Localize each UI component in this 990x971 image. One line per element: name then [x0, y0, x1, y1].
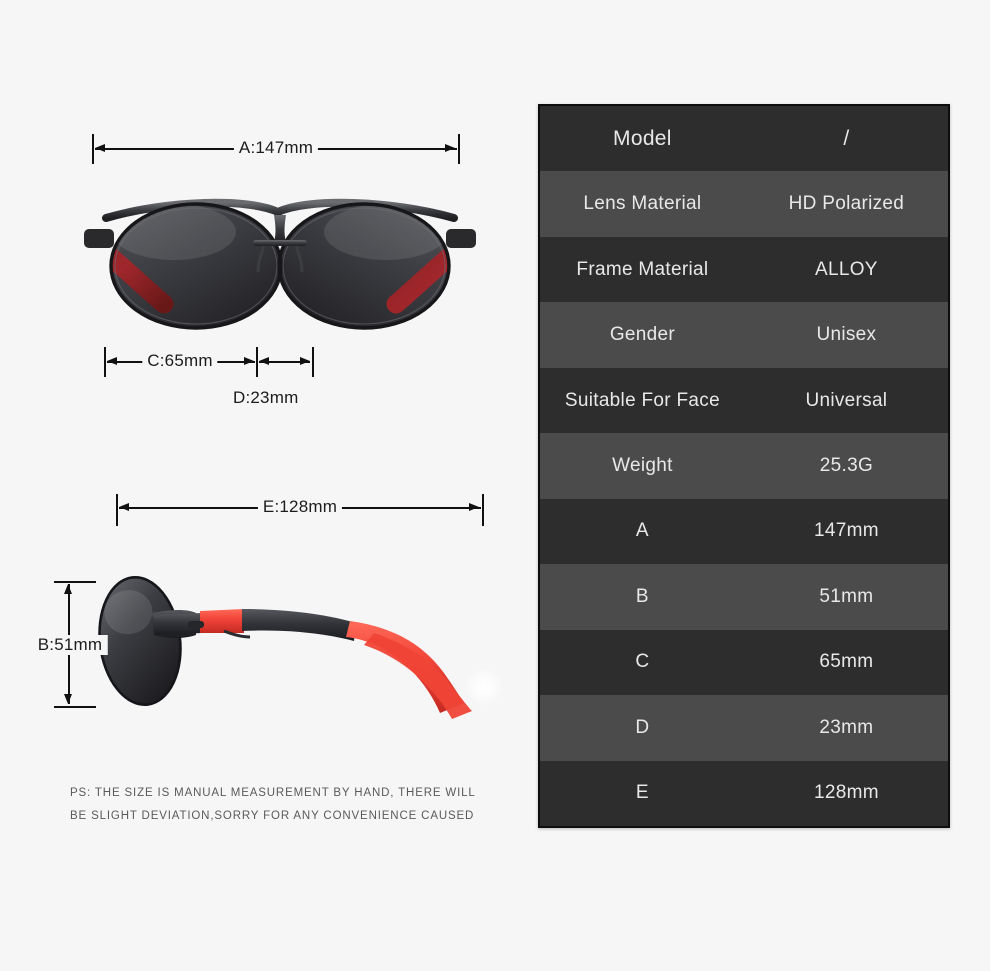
- table-row: Weight 25.3G: [540, 433, 948, 499]
- spec-value: 65mm: [819, 651, 874, 673]
- table-row: Frame Material ALLOY: [540, 236, 948, 303]
- spec-key: Lens Material: [583, 193, 702, 215]
- spec-value: /: [843, 126, 850, 150]
- dimension-marker-e: E:128mm: [116, 494, 484, 530]
- spec-value: 51mm: [819, 585, 874, 607]
- dimension-diagram-panel: A:147mm C:65mm D:23mm E:128mm B:51mm PS:…: [0, 0, 530, 971]
- sunglasses-front-view-image: [78, 182, 482, 342]
- table-row: Gender Unisex: [540, 302, 948, 368]
- spec-key: Frame Material: [576, 258, 709, 280]
- dimension-c-label: C:65mm: [142, 351, 218, 371]
- spec-value: 25.3G: [819, 454, 874, 476]
- spec-key: Model: [613, 126, 672, 150]
- table-row: C 65mm: [540, 629, 948, 696]
- spec-key: D: [635, 716, 650, 738]
- spec-value: 23mm: [819, 716, 874, 738]
- table-row: E 128mm: [540, 760, 948, 826]
- table-row: Lens Material HD Polarized: [540, 171, 948, 237]
- table-row: Suitable For Face Universal: [540, 367, 948, 434]
- dimension-marker-c-d: C:65mm D:23mm: [104, 347, 316, 417]
- sunglasses-side-view-image: [92, 565, 522, 730]
- spec-value: ALLOY: [815, 258, 878, 280]
- spec-key: B: [635, 585, 649, 607]
- spec-key: E: [635, 782, 649, 804]
- spec-key: Suitable For Face: [564, 389, 720, 411]
- spec-value: Universal: [805, 389, 888, 411]
- spec-value: Unisex: [816, 324, 877, 346]
- measurement-disclaimer-note: PS: THE SIZE IS MANUAL MEASUREMENT BY HA…: [70, 782, 490, 828]
- dimension-marker-a: A:147mm: [92, 130, 460, 168]
- spec-value: 128mm: [813, 782, 879, 804]
- dimension-b-label: B:51mm: [32, 635, 108, 655]
- note-line-2: BE SLIGHT DEVIATION,SORRY FOR ANY CONVEN…: [70, 810, 475, 822]
- spec-value: HD Polarized: [788, 193, 905, 215]
- dimension-d-label: D:23mm: [233, 388, 299, 407]
- specification-table: Model / Lens Material HD Polarized Frame…: [538, 104, 950, 828]
- spec-key: Gender: [609, 324, 675, 346]
- spec-key: C: [635, 651, 650, 673]
- spec-value: 147mm: [813, 520, 879, 542]
- note-line-1: PS: THE SIZE IS MANUAL MEASUREMENT BY HA…: [70, 787, 476, 799]
- table-row: B 51mm: [540, 564, 948, 630]
- dimension-marker-b: B:51mm: [32, 575, 132, 715]
- spec-key: Weight: [612, 454, 673, 476]
- table-row: Model /: [540, 106, 948, 172]
- table-row: D 23mm: [540, 695, 948, 761]
- dimension-a-label: A:147mm: [233, 138, 319, 158]
- table-row: A 147mm: [540, 498, 948, 565]
- product-spec-infographic: A:147mm C:65mm D:23mm E:128mm B:51mm PS:…: [0, 0, 990, 971]
- spec-key: A: [635, 520, 649, 542]
- dimension-e-label: E:128mm: [257, 497, 343, 517]
